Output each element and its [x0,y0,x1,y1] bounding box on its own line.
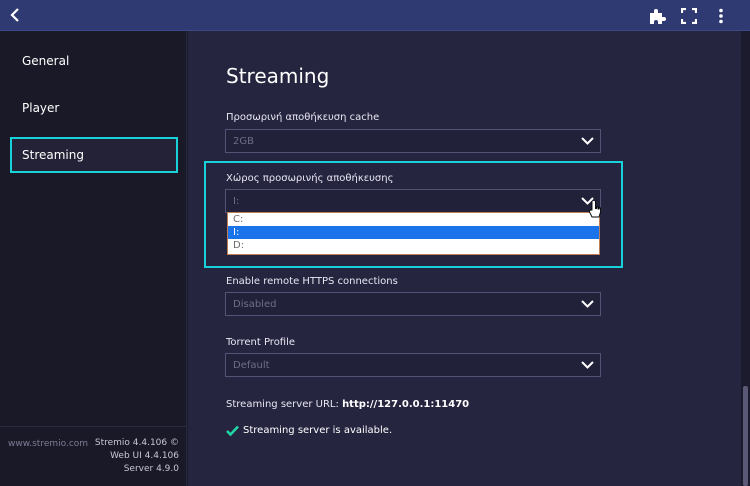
server-url-value: http://127.0.0.1:11470 [342,399,470,410]
cache-size-select[interactable]: 2GB [225,129,601,153]
server-version: Server 4.9.0 [123,464,179,474]
cache-location-label: Χώρος προσωρινής αποθήκευσης [226,173,394,184]
chevron-down-icon [581,361,594,369]
title-bar [0,0,750,31]
cache-size-label: Προσωρινή αποθήκευση cache [226,112,380,123]
sidebar-item-streaming[interactable]: Streaming [10,137,178,173]
torrent-profile-label: Torrent Profile [226,337,296,348]
https-value: Disabled [233,298,277,310]
sidebar-footer: www.stremio.com Stremio 4.4.106 © Web UI… [0,426,187,486]
chevron-left-icon [10,8,19,22]
cache-location-options: C: I: D: [227,212,600,255]
sidebar-item-general[interactable]: General [10,43,178,79]
puzzle-icon [650,9,666,24]
back-button[interactable] [5,5,25,25]
scrollbar[interactable] [741,31,750,486]
sidebar-item-label: General [22,54,70,68]
fullscreen-button[interactable] [678,5,700,27]
version-info: Stremio 4.4.106 © Web UI 4.4.106 Server … [95,437,179,476]
torrent-profile-select[interactable]: Default [225,353,601,377]
chevron-down-icon [581,300,594,308]
sidebar-item-player[interactable]: Player [10,90,178,126]
checkmark-icon [226,425,239,436]
option-i[interactable]: I: [228,226,599,239]
addons-button[interactable] [646,5,668,27]
server-status-text: Streaming server is available. [243,425,393,436]
server-url-label: Streaming server URL: [226,399,339,410]
hand-cursor-icon [588,201,601,218]
more-vertical-icon [719,8,723,24]
server-status: Streaming server is available. [226,425,392,436]
sidebar-item-label: Player [22,101,60,115]
webui-version: Web UI 4.4.106 [110,451,179,461]
option-d[interactable]: D: [228,239,599,252]
cache-location-select[interactable]: I: [225,189,601,213]
torrent-profile-value: Default [233,359,270,371]
scrollbar-thumb[interactable] [743,386,748,486]
option-c[interactable]: C: [228,213,599,226]
cache-size-value: 2GB [233,135,254,147]
app-version: Stremio 4.4.106 © [94,438,179,448]
page-title: Streaming [226,64,330,88]
settings-sidebar: General Player Streaming www.stremio.com… [0,31,187,486]
topbar-actions [646,5,732,27]
menu-button[interactable] [710,5,732,27]
server-url-line: Streaming server URL: http://127.0.0.1:1… [226,399,469,410]
sidebar-item-label: Streaming [22,148,84,162]
https-label: Enable remote HTTPS connections [226,276,398,287]
fullscreen-icon [681,8,697,24]
https-select[interactable]: Disabled [225,292,601,316]
chevron-down-icon [581,137,594,145]
website-link[interactable]: www.stremio.com [8,439,88,449]
cache-location-value: I: [233,195,240,207]
